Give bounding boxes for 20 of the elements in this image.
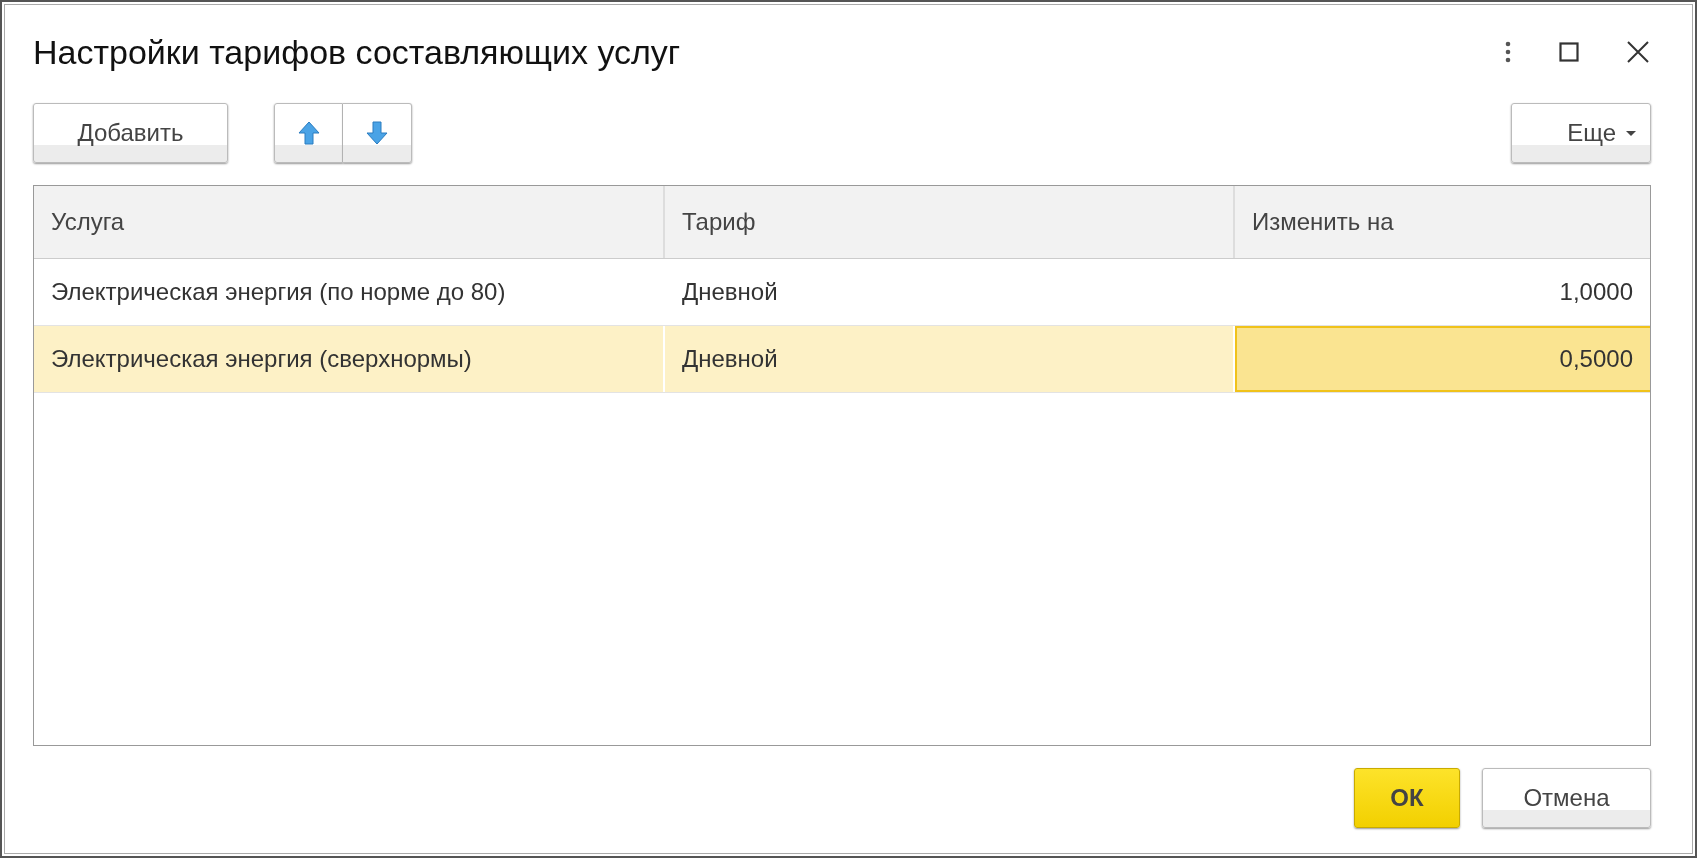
column-header[interactable]: Изменить на <box>1235 186 1650 258</box>
more-button[interactable]: Еще <box>1511 103 1651 163</box>
add-button[interactable]: Добавить <box>33 103 228 163</box>
cancel-button[interactable]: Отмена <box>1482 768 1651 828</box>
move-up-button[interactable] <box>274 103 343 163</box>
table-cell: Электрическая энергия (сверхнормы) <box>34 326 665 392</box>
maximize-icon[interactable] <box>1559 42 1579 62</box>
up-arrow-icon <box>297 121 320 145</box>
table-cell-text: 1,0000 <box>1558 277 1634 307</box>
ok-button[interactable]: ОК <box>1354 768 1460 828</box>
table-row[interactable]: Электрическая энергия (сверхнормы) Дневной 0,5000 <box>34 326 1650 393</box>
down-arrow-icon <box>366 121 388 145</box>
table-cell: 0,5000 <box>1235 326 1650 392</box>
column-header[interactable]: Тариф <box>665 186 1235 258</box>
window-title: Настройки тарифов составляющих услуг <box>33 32 682 72</box>
caret-icon <box>1626 130 1636 136</box>
column-header[interactable]: Услуга <box>34 186 665 258</box>
move-down-button[interactable] <box>343 103 412 163</box>
close-icon[interactable] <box>1627 41 1649 63</box>
more-options-icon[interactable] <box>1505 41 1511 63</box>
